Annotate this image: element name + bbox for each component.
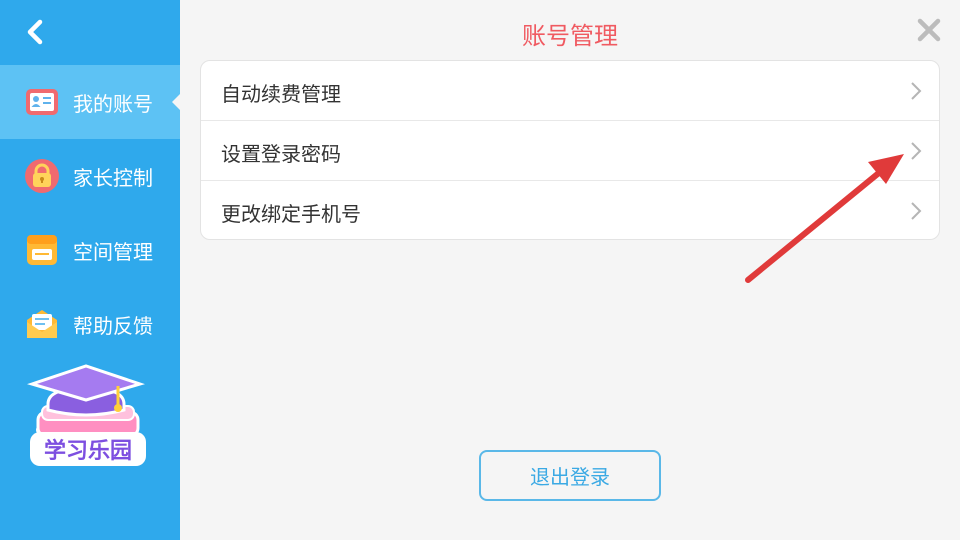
sidebar-item-label: 家长控制	[73, 165, 153, 190]
chevron-right-icon	[911, 142, 922, 160]
list-item-label: 更改绑定手机号	[221, 202, 361, 226]
learning-park-logo: 学习乐园	[27, 364, 146, 466]
list-item-label: 设置登录密码	[221, 142, 341, 166]
chevron-right-icon	[911, 202, 922, 220]
list-item-label: 自动续费管理	[221, 82, 341, 106]
sidebar-item-parental-control[interactable]: 家长控制	[0, 139, 180, 213]
change-bound-phone-item[interactable]: 更改绑定手机号	[201, 181, 939, 239]
sidebar-item-label: 帮助反馈	[73, 313, 153, 338]
sidebar-item-space-management[interactable]: 空间管理	[0, 213, 180, 287]
account-settings-list: 自动续费管理 设置登录密码 更改绑定手机号	[200, 60, 940, 240]
lock-icon	[25, 159, 59, 193]
envelope-icon	[27, 310, 57, 338]
auto-renew-management-item[interactable]: 自动续费管理	[201, 61, 939, 121]
logout-button[interactable]: 退出登录	[479, 450, 661, 501]
page-title: 账号管理	[522, 22, 618, 50]
active-indicator	[172, 93, 181, 111]
id-card-icon	[26, 89, 58, 115]
sidebar-item-label: 我的账号	[73, 91, 153, 116]
back-arrow-icon[interactable]	[22, 14, 52, 50]
close-icon[interactable]	[915, 16, 943, 44]
chevron-right-icon	[911, 82, 922, 100]
folder-icon	[27, 235, 57, 265]
sidebar-item-help-feedback[interactable]: 帮助反馈	[0, 287, 180, 361]
sidebar: 我的账号 家长控制 空间管理 帮助反馈 学习乐园	[0, 0, 181, 540]
sidebar-item-my-account[interactable]: 我的账号	[0, 65, 181, 139]
logo-text: 学习乐园	[44, 438, 132, 464]
set-login-password-item[interactable]: 设置登录密码	[201, 121, 939, 181]
sidebar-item-label: 空间管理	[73, 239, 153, 264]
